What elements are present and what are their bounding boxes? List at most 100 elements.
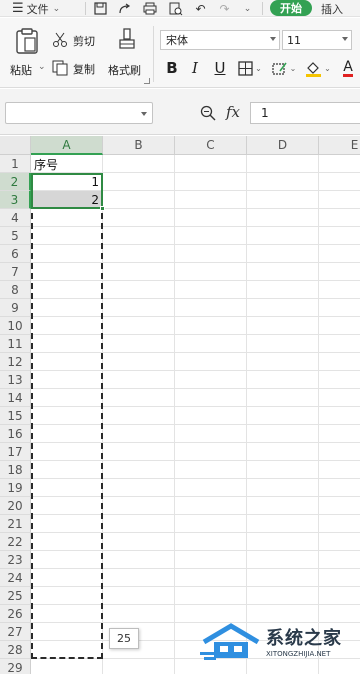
house-logo-icon — [200, 623, 260, 660]
row-header-23[interactable]: 23 — [0, 551, 31, 569]
row-header-13[interactable]: 13 — [0, 371, 31, 389]
fill-handle[interactable] — [100, 206, 105, 211]
formula-input[interactable]: 1 — [250, 102, 360, 124]
row-header-2[interactable]: 2 — [0, 173, 31, 191]
row-header-24[interactable]: 24 — [0, 569, 31, 587]
row-header-9[interactable]: 9 — [0, 299, 31, 317]
redo-icon[interactable]: ↷ — [217, 1, 232, 16]
file-menu[interactable]: ☰ 文件 ⌄ — [12, 0, 60, 17]
fill-color-button[interactable]: ⌄ — [303, 58, 333, 78]
row-header-12[interactable]: 12 — [0, 353, 31, 371]
chevron-down-icon: ⌄ — [38, 62, 46, 72]
column-header-a[interactable]: A — [31, 136, 103, 155]
cut-button[interactable]: 剪切 — [52, 30, 102, 50]
row-header-17[interactable]: 17 — [0, 443, 31, 461]
font-size-value: 11 — [287, 33, 301, 47]
borders-icon — [238, 60, 253, 76]
chevron-down-icon — [270, 37, 276, 41]
row-header-26[interactable]: 26 — [0, 605, 31, 623]
row-header-25[interactable]: 25 — [0, 587, 31, 605]
gridline-column — [174, 155, 175, 674]
row-header-18[interactable]: 18 — [0, 461, 31, 479]
chevron-down-icon[interactable]: ⌄ — [240, 1, 255, 16]
chevron-down-icon: ⌄ — [255, 63, 262, 73]
row-header-5[interactable]: 5 — [0, 227, 31, 245]
tab-start[interactable]: 开始 — [270, 0, 312, 16]
paste-label: 粘贴 — [10, 64, 32, 77]
share-icon[interactable] — [117, 1, 132, 16]
selection-border — [31, 173, 103, 209]
row-header-19[interactable]: 19 — [0, 479, 31, 497]
divider — [262, 2, 263, 15]
watermark-text: 系统之家 — [266, 628, 342, 649]
file-menu-label: 文件 — [26, 2, 49, 16]
row-header-22[interactable]: 22 — [0, 533, 31, 551]
row-header-10[interactable]: 10 — [0, 317, 31, 335]
underline-button[interactable]: U — [209, 58, 231, 78]
chevron-down-icon — [141, 112, 147, 116]
font-size-select[interactable]: 11 — [282, 30, 352, 50]
column-header-c[interactable]: C — [175, 136, 247, 155]
font-color-icon: A — [343, 58, 353, 77]
format-painter-button[interactable]: 格式刷 — [106, 28, 148, 84]
row-header-11[interactable]: 11 — [0, 335, 31, 353]
gridline-column — [318, 155, 319, 674]
clipboard-icon — [16, 28, 38, 54]
fx-icon[interactable]: fx — [226, 103, 240, 121]
chevron-down-icon: ⌄ — [52, 3, 61, 14]
chevron-down-icon: ⌄ — [324, 63, 331, 73]
format-painter-label: 格式刷 — [108, 64, 141, 77]
select-all-corner[interactable] — [0, 136, 31, 155]
italic-button[interactable]: I — [187, 58, 203, 78]
watermark-subtext: XITONGZHIJIA.NET — [266, 650, 331, 658]
ribbon: 粘贴 ⌄ 剪切 复制 格式刷 宋体 11 B I U ⌄ ⌄ ⌄ A — [0, 18, 360, 88]
column-header-e[interactable]: E — [319, 136, 360, 155]
watermark-logo: 系统之家 XITONGZHIJIA.NET — [200, 618, 355, 668]
undo-icon[interactable]: ↶ — [193, 1, 208, 16]
copy-icon — [52, 60, 68, 76]
print-icon[interactable] — [142, 1, 157, 16]
paste-button[interactable]: 粘贴 ⌄ — [8, 28, 48, 84]
row-header-14[interactable]: 14 — [0, 389, 31, 407]
hamburger-icon: ☰ — [12, 1, 24, 16]
font-family-value: 宋体 — [166, 34, 188, 47]
row-header-4[interactable]: 4 — [0, 209, 31, 227]
column-header-b[interactable]: B — [103, 136, 175, 155]
print-preview-icon[interactable] — [168, 1, 183, 16]
row-header-16[interactable]: 16 — [0, 425, 31, 443]
row-header-20[interactable]: 20 — [0, 497, 31, 515]
save-icon[interactable] — [93, 1, 108, 16]
row-header-29[interactable]: 29 — [0, 659, 31, 674]
spreadsheet-grid[interactable]: ABCDE 1 2 3 4 5 6 7 8 9 10 11 12 13 14 15 16 17 18 19 20 21 2… — [0, 136, 360, 674]
scissors-icon — [53, 32, 67, 47]
cut-label: 剪切 — [73, 35, 95, 48]
font-family-select[interactable]: 宋体 — [160, 30, 280, 50]
row-header-28[interactable]: 28 — [0, 641, 31, 659]
row-header-27[interactable]: 27 — [0, 623, 31, 641]
borders-button[interactable]: ⌄ — [235, 58, 265, 78]
dialog-launcher-icon[interactable] — [144, 78, 150, 84]
cell-style-icon — [272, 62, 287, 75]
zoom-icon[interactable] — [200, 105, 216, 125]
row-header-3[interactable]: 3 — [0, 191, 31, 209]
bold-button[interactable]: B — [163, 58, 181, 78]
row-header-21[interactable]: 21 — [0, 515, 31, 533]
divider — [85, 2, 86, 15]
fill-value-tooltip: 25 — [109, 628, 139, 649]
copy-label: 复制 — [73, 63, 95, 76]
cell-style-button[interactable]: ⌄ — [269, 58, 299, 78]
row-header-7[interactable]: 7 — [0, 263, 31, 281]
copy-button[interactable]: 复制 — [52, 58, 102, 78]
column-header-d[interactable]: D — [247, 136, 319, 155]
paint-bucket-icon — [306, 61, 322, 77]
formula-bar: fx 1 — [0, 89, 360, 135]
tab-insert[interactable]: 插入 — [321, 0, 343, 17]
row-header-15[interactable]: 15 — [0, 407, 31, 425]
row-header-6[interactable]: 6 — [0, 245, 31, 263]
font-color-button[interactable]: A — [339, 58, 357, 78]
row-header-8[interactable]: 8 — [0, 281, 31, 299]
name-box[interactable] — [5, 102, 153, 124]
row-header-1[interactable]: 1 — [0, 155, 31, 173]
copy-marquee — [31, 173, 103, 659]
cell-a1[interactable]: 序号 — [34, 155, 58, 173]
